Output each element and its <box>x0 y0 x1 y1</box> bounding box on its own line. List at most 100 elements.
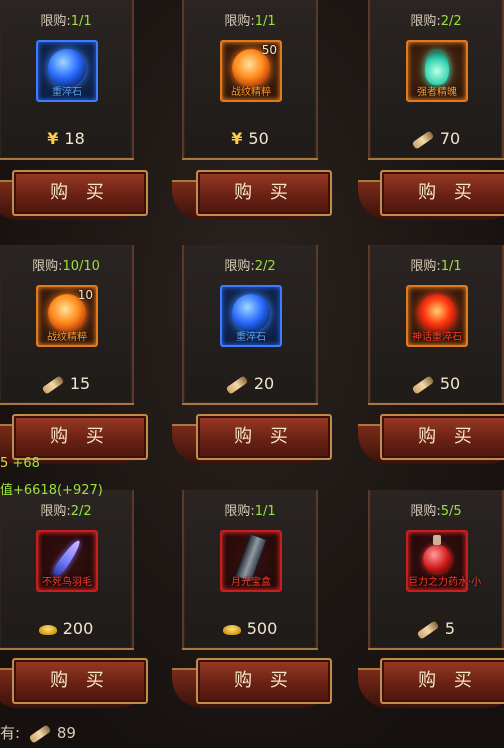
blue-orb-icon <box>232 293 270 332</box>
item-name: 不死鸟羽毛 <box>42 577 92 588</box>
potion-icon <box>423 534 451 573</box>
item-slot[interactable]: 10 战纹精粹 <box>36 285 98 347</box>
purchase-limit: 限购:2/2 <box>0 500 132 519</box>
stat-value: +68 <box>12 456 40 471</box>
limit-label: 限购: <box>32 259 63 274</box>
owned-currency: 有: 89 <box>0 722 76 744</box>
owned-value: 89 <box>56 724 76 742</box>
limit-count: 1/1 <box>440 259 462 274</box>
price-value: 500 <box>246 619 278 638</box>
item-price: 500 <box>184 619 316 638</box>
shop-item-card: 限购:1/1 月光宝盒 500 <box>182 490 318 650</box>
price-value: 50 <box>248 129 269 148</box>
limit-label: 限购: <box>410 259 441 274</box>
item-slot[interactable]: 强者精魄 <box>406 40 468 102</box>
limit-count: 2/2 <box>254 259 276 274</box>
item-price: 5 <box>370 619 502 640</box>
buy-button[interactable]: 购 买 <box>12 414 148 460</box>
stat-key: 5 <box>0 456 9 471</box>
purchase-limit: 限购:2/2 <box>370 10 502 29</box>
item-name: 战纹精粹 <box>231 87 271 98</box>
red-fire-orb-icon <box>418 293 456 332</box>
owned-label: 有: <box>0 724 21 742</box>
item-price: 15 <box>0 374 132 395</box>
stat-popup-line: 值+6618(+927) <box>0 483 103 498</box>
scroll-currency-icon <box>41 374 65 395</box>
item-price: 200 <box>0 619 132 638</box>
buy-button[interactable]: 购 买 <box>196 414 332 460</box>
limit-label: 限购: <box>40 504 71 519</box>
buy-button[interactable]: 购 买 <box>12 170 148 216</box>
item-name: 神话重淬石 <box>412 332 462 343</box>
price-value: 70 <box>439 129 461 148</box>
purchase-limit: 限购:1/1 <box>370 255 502 274</box>
limit-count: 1/1 <box>70 14 92 29</box>
stat-popup-line: 5 +68 <box>0 456 40 471</box>
price-value: 200 <box>62 619 94 638</box>
shop-item-card: 限购:5/5 巨力之力药水·小 5 <box>368 490 504 650</box>
item-slot[interactable]: 月光宝盒 <box>220 530 282 592</box>
purchase-limit: 限购:2/2 <box>184 255 316 274</box>
limit-label: 限购: <box>224 14 255 29</box>
item-price: ¥50 <box>184 129 316 148</box>
item-slot[interactable]: 巨力之力药水·小 <box>406 530 481 592</box>
purchase-limit: 限购:1/1 <box>184 500 316 519</box>
buy-button[interactable]: 购 买 <box>196 170 332 216</box>
item-price: ¥18 <box>0 129 132 148</box>
buy-button[interactable]: 购 买 <box>196 658 332 704</box>
price-value: 18 <box>64 129 85 148</box>
item-price: 20 <box>184 374 316 395</box>
shop-grid: 限购:1/1 重淬石 ¥18 限购:1/1 50 战纹精粹 ¥50 限购:2/2 … <box>0 0 504 748</box>
item-slot[interactable]: 不死鸟羽毛 <box>36 530 98 592</box>
gold-ingot-icon <box>222 624 241 635</box>
feather-icon <box>50 537 84 578</box>
gold-ingot-icon <box>38 624 57 635</box>
buy-button[interactable]: 购 买 <box>12 658 148 704</box>
item-name: 强者精魄 <box>417 87 457 98</box>
shop-item-card: 限购:2/2 强者精魄 70 <box>368 0 504 160</box>
item-price: 70 <box>370 129 502 150</box>
yen-icon: ¥ <box>47 129 59 148</box>
item-name: 战纹精粹 <box>47 332 87 343</box>
item-name: 重淬石 <box>236 332 266 343</box>
purchase-limit: 限购:1/1 <box>184 10 316 29</box>
purchase-limit: 限购:10/10 <box>0 255 132 274</box>
shop-item-card: 限购:1/1 神话重淬石 50 <box>368 245 504 405</box>
stack-count: 10 <box>77 288 93 302</box>
limit-count: 10/10 <box>62 259 100 274</box>
limit-label: 限购: <box>410 14 441 29</box>
limit-count: 1/1 <box>254 14 276 29</box>
item-name: 月光宝盒 <box>231 577 271 588</box>
item-slot[interactable]: 重淬石 <box>220 285 282 347</box>
yen-icon: ¥ <box>231 129 243 148</box>
item-name: 重淬石 <box>52 87 82 98</box>
scroll-currency-icon <box>225 374 249 395</box>
purchase-limit: 限购:5/5 <box>370 500 502 519</box>
scroll-currency-icon <box>416 619 440 640</box>
purchase-limit: 限购:1/1 <box>0 10 132 29</box>
shop-item-card: 限购:1/1 50 战纹精粹 ¥50 <box>182 0 318 160</box>
price-value: 20 <box>253 374 275 393</box>
limit-label: 限购: <box>224 504 255 519</box>
limit-label: 限购: <box>224 259 255 274</box>
buy-button[interactable]: 购 买 <box>380 414 504 460</box>
buy-button[interactable]: 购 买 <box>380 658 504 704</box>
limit-label: 限购: <box>410 504 441 519</box>
price-value: 50 <box>439 374 461 393</box>
price-value: 5 <box>444 619 456 638</box>
item-slot[interactable]: 重淬石 <box>36 40 98 102</box>
shop-item-card: 限购:10/10 10 战纹精粹 15 <box>0 245 134 405</box>
item-slot[interactable]: 50 战纹精粹 <box>220 40 282 102</box>
price-value: 15 <box>69 374 91 393</box>
shop-item-card: 限购:2/2 不死鸟羽毛 200 <box>0 490 134 650</box>
scroll-currency-icon <box>411 129 435 150</box>
buy-button[interactable]: 购 买 <box>380 170 504 216</box>
scroll-currency-icon <box>411 374 435 395</box>
item-price: 50 <box>370 374 502 395</box>
blue-orb-icon <box>48 48 86 87</box>
limit-count: 1/1 <box>254 504 276 519</box>
stack-count: 50 <box>261 43 277 57</box>
shop-item-card: 限购:1/1 重淬石 ¥18 <box>0 0 134 160</box>
limit-label: 限购: <box>40 14 71 29</box>
item-slot[interactable]: 神话重淬石 <box>406 285 468 347</box>
